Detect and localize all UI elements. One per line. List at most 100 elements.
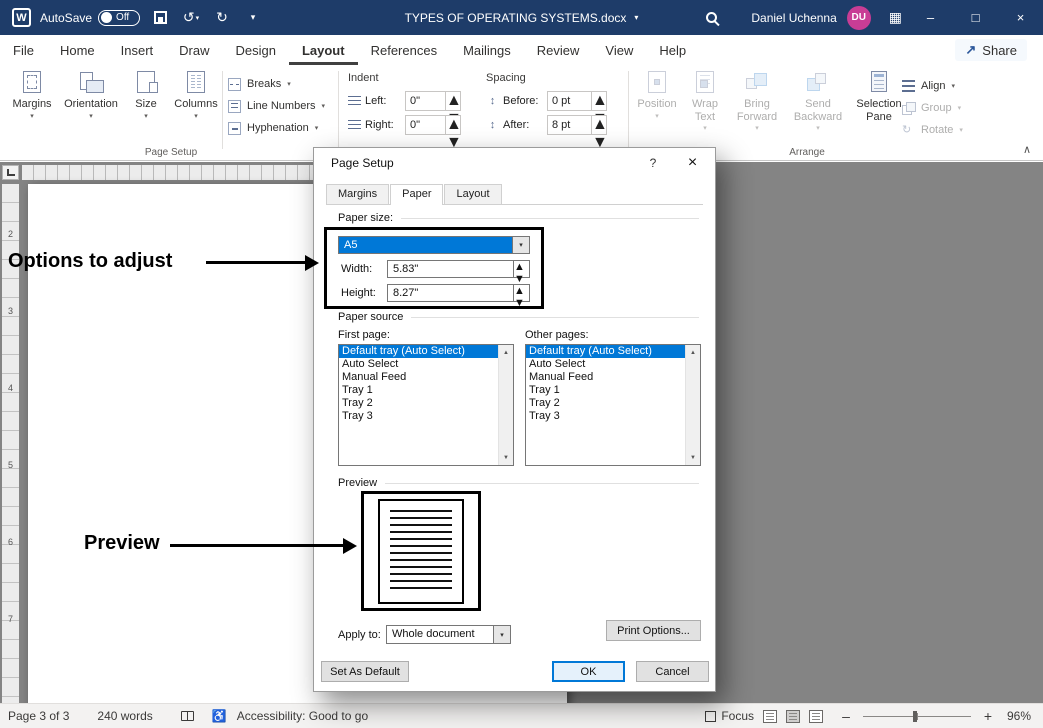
tab-home[interactable]: Home [47, 35, 108, 65]
selection-pane-button[interactable]: Selection Pane [852, 69, 906, 133]
autosave-toggle[interactable]: AutoSave Off [40, 10, 140, 26]
rotate-button[interactable]: ↻ Rotate ▾ [902, 119, 980, 141]
tab-stop-selector[interactable] [2, 165, 19, 180]
focus-button[interactable]: Focus [721, 709, 754, 723]
spacing-before-input[interactable]: 0 pt ▲▼ [547, 91, 607, 111]
margins-button[interactable]: Margins ▾ [8, 69, 56, 121]
close-button[interactable]: × [998, 0, 1043, 35]
scroll-up-icon[interactable]: ▲ [686, 345, 700, 360]
spin-up-icon[interactable]: ▲ [592, 92, 606, 110]
tray-option[interactable]: Manual Feed [339, 371, 498, 384]
bring-forward-button[interactable]: Bring Forward ▾ [730, 69, 784, 133]
scroll-down-icon[interactable]: ▼ [686, 450, 700, 465]
scroll-down-icon[interactable]: ▼ [499, 450, 513, 465]
line-numbers-button[interactable]: Line Numbers ▾ [228, 95, 325, 117]
ribbon-display-options-icon[interactable]: ▦ [889, 9, 902, 26]
undo-button[interactable]: ↺▾ [180, 0, 202, 35]
maximize-button[interactable]: □ [953, 0, 998, 35]
width-input[interactable]: 5.83" ▲▼ [387, 260, 530, 278]
print-layout-button[interactable] [786, 710, 800, 723]
page-indicator[interactable]: Page 3 of 3 [0, 709, 75, 723]
spin-up-icon[interactable]: ▲ [592, 116, 606, 134]
ok-button[interactable]: OK [552, 661, 625, 682]
tray-option[interactable]: Tray 1 [339, 384, 498, 397]
accessibility-status[interactable]: Accessibility: Good to go [231, 709, 374, 723]
search-icon[interactable] [706, 12, 717, 23]
word-logo-icon[interactable]: W [12, 8, 31, 27]
web-layout-button[interactable] [809, 710, 823, 723]
align-button[interactable]: Align ▾ [902, 75, 980, 97]
dialog-title-bar[interactable]: Page Setup ? × [314, 148, 715, 177]
share-button[interactable]: ↗ Share [955, 39, 1027, 61]
spin-down-icon[interactable]: ▼ [514, 297, 529, 309]
tab-draw[interactable]: Draw [166, 35, 222, 65]
tray-option[interactable]: Auto Select [339, 358, 498, 371]
scroll-up-icon[interactable]: ▲ [499, 345, 513, 360]
wrap-text-button[interactable]: Wrap Text ▾ [683, 69, 727, 133]
position-button[interactable]: Position ▾ [634, 69, 680, 133]
apply-to-dropdown[interactable]: Whole document ▾ [386, 625, 511, 644]
indent-left-input[interactable]: 0" ▲▼ [405, 91, 461, 111]
scrollbar[interactable]: ▲ ▼ [498, 345, 513, 465]
tray-option[interactable]: Tray 3 [526, 410, 685, 423]
spin-up-icon[interactable]: ▲ [514, 285, 529, 297]
zoom-in-button[interactable]: + [979, 708, 997, 724]
tab-file[interactable]: File [0, 35, 47, 65]
tab-references[interactable]: References [358, 35, 450, 65]
document-title-menu[interactable]: TYPES OF OPERATING SYSTEMS.docx ▾ [405, 0, 639, 35]
tab-insert[interactable]: Insert [108, 35, 167, 65]
tab-layout[interactable]: Layout [289, 35, 358, 65]
word-count[interactable]: 240 words [91, 709, 158, 723]
tab-view[interactable]: View [592, 35, 646, 65]
dialog-tab-layout[interactable]: Layout [444, 184, 501, 204]
dialog-help-button[interactable]: ? [636, 148, 670, 177]
columns-button[interactable]: Columns ▾ [170, 69, 222, 121]
size-button[interactable]: Size ▾ [126, 69, 166, 121]
print-options-button[interactable]: Print Options... [606, 620, 701, 641]
first-page-tray-list[interactable]: Default tray (Auto Select) Auto Select M… [338, 344, 514, 466]
tray-option[interactable]: Manual Feed [526, 371, 685, 384]
send-backward-button[interactable]: Send Backward ▾ [787, 69, 849, 133]
tray-option[interactable]: Tray 3 [339, 410, 498, 423]
zoom-level[interactable]: 96% [997, 709, 1031, 723]
redo-button[interactable]: ↻ [211, 0, 233, 35]
zoom-slider[interactable] [863, 716, 971, 717]
collapse-ribbon-button[interactable]: ∧ [1023, 143, 1031, 156]
tab-mailings[interactable]: Mailings [450, 35, 524, 65]
save-button[interactable] [149, 0, 171, 35]
breaks-button[interactable]: Breaks ▾ [228, 73, 325, 95]
dialog-tab-margins[interactable]: Margins [326, 184, 389, 204]
indent-right-input[interactable]: 0" ▲▼ [405, 115, 461, 135]
tab-design[interactable]: Design [223, 35, 289, 65]
orientation-button[interactable]: Orientation ▾ [60, 69, 122, 121]
spin-up-icon[interactable]: ▲ [446, 92, 460, 110]
hyphenation-button[interactable]: Hyphenation ▾ [228, 117, 325, 139]
set-as-default-button[interactable]: Set As Default [321, 661, 409, 682]
zoom-slider-thumb[interactable] [913, 711, 917, 722]
read-mode-button[interactable] [763, 710, 777, 723]
tray-option[interactable]: Auto Select [526, 358, 685, 371]
dialog-close-button[interactable]: × [670, 148, 715, 177]
proofing-icon[interactable] [181, 711, 194, 721]
tab-help[interactable]: Help [646, 35, 699, 65]
minimize-button[interactable]: – [908, 0, 953, 35]
spin-up-icon[interactable]: ▲ [446, 116, 460, 134]
tray-option[interactable]: Default tray (Auto Select) [526, 345, 685, 358]
group-button[interactable]: Group ▾ [902, 97, 980, 119]
avatar[interactable]: DU [847, 6, 871, 30]
dropdown-arrow-icon[interactable]: ▾ [512, 237, 529, 253]
dropdown-arrow-icon[interactable]: ▾ [493, 626, 510, 643]
accessibility-icon[interactable]: ♿ [212, 709, 227, 723]
spacing-after-input[interactable]: 8 pt ▲▼ [547, 115, 607, 135]
tray-option[interactable]: Tray 2 [526, 397, 685, 410]
tab-review[interactable]: Review [524, 35, 593, 65]
spin-up-icon[interactable]: ▲ [514, 261, 529, 273]
tray-option[interactable]: Default tray (Auto Select) [339, 345, 498, 358]
height-input[interactable]: 8.27" ▲▼ [387, 284, 530, 302]
tray-option[interactable]: Tray 2 [339, 397, 498, 410]
scrollbar[interactable]: ▲ ▼ [685, 345, 700, 465]
other-pages-tray-list[interactable]: Default tray (Auto Select) Auto Select M… [525, 344, 701, 466]
paper-size-dropdown[interactable]: A5 ▾ [338, 236, 530, 254]
dialog-tab-paper[interactable]: Paper [390, 184, 443, 205]
autosave-pill[interactable]: Off [98, 10, 140, 26]
